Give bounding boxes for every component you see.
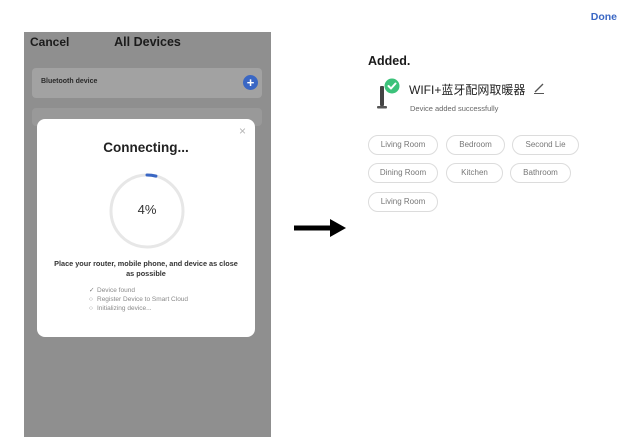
add-icon[interactable]: + [243, 75, 258, 90]
connecting-screen: Cancel All Devices Bluetooth device + × … [24, 32, 271, 437]
step-item: ✓ Device found [89, 286, 188, 295]
progress-percent: 4% [137, 202, 157, 217]
bluetooth-device-label: Bluetooth device [41, 78, 98, 85]
bluetooth-device-row[interactable]: Bluetooth device + [32, 68, 262, 98]
step-pending-icon: ○ [89, 305, 93, 312]
room-chip[interactable]: Kitchen [446, 163, 503, 183]
room-chip[interactable]: Bathroom [510, 163, 571, 183]
placement-hint: Place your router, mobile phone, and dev… [54, 259, 238, 278]
room-chip[interactable]: Second Lie [512, 135, 579, 155]
done-button[interactable]: Done [591, 11, 617, 23]
step-label: Initializing device... [97, 305, 152, 312]
pencil-icon[interactable] [533, 82, 545, 94]
page-title: All Devices [114, 35, 181, 49]
step-label: Register Device to Smart Cloud [97, 296, 189, 303]
nav-bar: Cancel All Devices [24, 32, 271, 54]
close-icon[interactable]: × [239, 124, 246, 138]
step-item: ○ Register Device to Smart Cloud [89, 295, 188, 304]
added-title: Added. [368, 54, 411, 68]
heater-icon [377, 78, 400, 109]
room-chip[interactable]: Dining Room [368, 163, 438, 183]
room-chip[interactable]: Living Room [368, 192, 438, 212]
step-pending-icon: ○ [89, 296, 93, 303]
connecting-dialog: × Connecting... 4% Place your router, mo… [37, 119, 255, 337]
room-chip[interactable]: Living Room [368, 135, 438, 155]
connection-steps: ✓ Device found ○ Register Device to Smart … [89, 286, 188, 313]
right-arrow-icon [294, 219, 346, 237]
step-label: Device found [97, 287, 135, 294]
device-name: WIFI+蓝牙配网取暖器 [409, 83, 526, 97]
dialog-title: Connecting... [103, 140, 189, 155]
device-status: Device added successfully [410, 104, 499, 113]
step-check-icon: ✓ [89, 287, 95, 294]
step-item: ○ Initializing device... [89, 304, 188, 313]
room-chip[interactable]: Bedroom [446, 135, 505, 155]
